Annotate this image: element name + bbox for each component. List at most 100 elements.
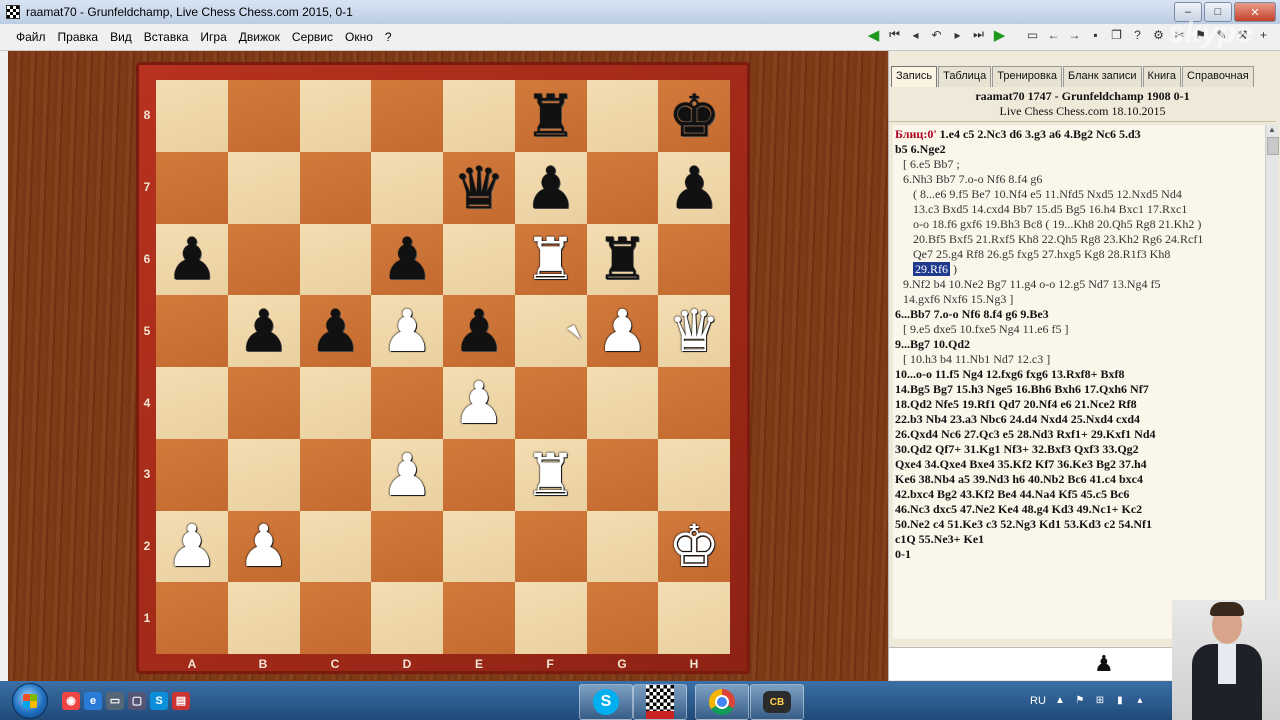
square-d2[interactable] — [371, 510, 443, 583]
skype-quicklaunch-icon[interactable]: S — [150, 691, 168, 710]
square-g1[interactable] — [586, 582, 659, 654]
tab-table[interactable]: Таблица — [938, 66, 992, 87]
square-f1[interactable] — [514, 582, 587, 654]
notation-line[interactable]: 22.b3 Nb4 23.a3 Nbc6 24.d4 Nxd4 25.Nxd4 … — [895, 412, 1265, 427]
black-pawn-icon[interactable]: ♟ — [238, 302, 290, 360]
notation-line[interactable]: [ 10.h3 b4 11.Nb1 Nd7 12.c3 ] — [895, 352, 1265, 367]
add-icon[interactable]: + — [1255, 26, 1272, 43]
menu-window[interactable]: Окно — [339, 24, 379, 50]
notation-line[interactable]: [ 6.e5 Bb7 ; — [895, 157, 1265, 172]
square-g5[interactable]: ♟ — [586, 295, 659, 367]
app-quicklaunch-icon[interactable]: ▤ — [172, 691, 190, 710]
black-pawn-icon[interactable]: ♟ — [453, 302, 505, 360]
black-king-icon[interactable]: ♚ — [668, 87, 720, 145]
menu-engine[interactable]: Движок — [233, 24, 286, 50]
notation-line[interactable]: 50.Ne2 c4 51.Ke3 c3 52.Ng3 Kd1 53.Kd3 c2… — [895, 517, 1265, 532]
black-rook-icon[interactable]: ♜ — [525, 87, 577, 145]
save-icon[interactable]: ▪ — [1087, 26, 1104, 43]
taskbar-chessbase12[interactable]: CB — [750, 684, 804, 720]
white-king-icon[interactable]: ♚ — [668, 517, 720, 575]
square-a6[interactable]: ♟ — [156, 223, 228, 296]
square-b7[interactable] — [227, 151, 300, 224]
notation-text[interactable]: Блиц:0' 1.e4 c5 2.Nc3 d6 3.g3 a6 4.Bg2 N… — [893, 125, 1267, 639]
square-e1[interactable] — [443, 582, 515, 654]
square-h4[interactable] — [658, 367, 730, 439]
square-b5[interactable]: ♟ — [227, 295, 300, 367]
square-h3[interactable] — [658, 438, 730, 511]
notation-line[interactable]: 14.gxf6 Nxf6 15.Ng3 ] — [895, 292, 1265, 307]
window-switch-icon[interactable]: ▢ — [128, 691, 146, 710]
undo-icon[interactable]: ↶ — [928, 26, 945, 43]
white-pawn-icon[interactable]: ♟ — [596, 302, 648, 360]
black-rook-icon[interactable]: ♜ — [596, 230, 648, 288]
notation-line[interactable]: Ke6 38.Nb4 a5 39.Nd3 h6 40.Nb2 Bc6 41.c4… — [895, 472, 1265, 487]
notation-line[interactable]: 13.c3 Bxd5 14.cxd4 Bb7 15.d5 Bg5 16.h4 B… — [895, 202, 1265, 217]
language-indicator[interactable]: RU — [1030, 695, 1046, 707]
notation-line[interactable]: 46.Nc3 dxc5 47.Ne2 Ke4 48.g4 Kd3 49.Nc1+… — [895, 502, 1265, 517]
square-d1[interactable] — [371, 582, 443, 654]
notation-line[interactable]: 29.Rf6 ) — [895, 262, 1265, 277]
square-c3[interactable] — [299, 438, 372, 511]
square-d4[interactable] — [371, 367, 443, 439]
square-d8[interactable] — [371, 80, 443, 152]
white-queen-icon[interactable]: ♛ — [668, 302, 720, 360]
notation-line[interactable]: 42.bxc4 Bg2 43.Kf2 Be4 44.Na4 Kf5 45.c5 … — [895, 487, 1265, 502]
tab-scoresheet[interactable]: Бланк записи — [1063, 66, 1142, 87]
white-pawn-icon[interactable]: ♟ — [381, 302, 433, 360]
signal-icon[interactable]: ▴ — [1134, 695, 1146, 707]
notation-line[interactable]: c1Q 55.Ne3+ Ke1 — [895, 532, 1265, 547]
white-pawn-icon[interactable]: ♟ — [453, 374, 505, 432]
notation-line[interactable]: 9...Bg7 10.Qd2 — [895, 337, 1265, 352]
square-g8[interactable] — [586, 80, 659, 152]
menu-tools[interactable]: Сервис — [286, 24, 339, 50]
menu-game[interactable]: Игра — [194, 24, 232, 50]
white-rook-icon[interactable]: ♜ — [525, 230, 577, 288]
white-pawn-icon[interactable]: ♟ — [238, 517, 290, 575]
menu-help[interactable]: ? — [379, 24, 398, 50]
square-c2[interactable] — [299, 510, 372, 583]
notation-line[interactable]: ( 8...e6 9.f5 Be7 10.Nf4 e5 11.Nfd5 Nxd5… — [895, 187, 1265, 202]
notation-line[interactable]: 0-1 — [895, 547, 1265, 562]
notation-line[interactable]: 30.Qd2 Qf7+ 31.Kg1 Nf3+ 32.Bxf3 Qxf3 33.… — [895, 442, 1265, 457]
white-rook-icon[interactable]: ♜ — [525, 446, 577, 504]
square-e8[interactable] — [443, 80, 515, 152]
square-f8[interactable]: ♜ — [514, 80, 587, 152]
back-icon[interactable]: ← — [1045, 26, 1062, 43]
square-h5[interactable]: ♛ — [658, 295, 730, 367]
square-e2[interactable] — [443, 510, 515, 583]
green-forward-icon[interactable]: ▶ — [991, 26, 1008, 44]
settings-icon[interactable]: ⚙ — [1150, 26, 1167, 43]
notation-scrollbar[interactable]: ▲ — [1265, 125, 1279, 635]
square-a4[interactable] — [156, 367, 228, 439]
new-doc-icon[interactable]: ▭ — [1024, 26, 1041, 43]
taskbar-skype[interactable]: S — [579, 684, 633, 720]
scroll-thumb[interactable] — [1267, 137, 1279, 155]
battery-icon[interactable]: ▮ — [1114, 695, 1126, 707]
menu-insert[interactable]: Вставка — [138, 24, 195, 50]
notation-line[interactable]: 9.Nf2 b4 10.Ne2 Bg7 11.g4 o-o 12.g5 Nd7 … — [895, 277, 1265, 292]
black-pawn-icon[interactable]: ♟ — [381, 230, 433, 288]
square-h8[interactable]: ♚ — [658, 80, 730, 152]
square-h6[interactable] — [658, 223, 730, 296]
square-f2[interactable] — [514, 510, 587, 583]
square-g2[interactable] — [586, 510, 659, 583]
square-c6[interactable] — [299, 223, 372, 296]
taskbar-chrome[interactable] — [695, 684, 749, 720]
notation-line[interactable]: [ 9.e5 dxe5 10.fxe5 Ng4 11.e6 f5 ] — [895, 322, 1265, 337]
notation-line[interactable]: 6...Bb7 7.o-o Nf6 8.f4 g6 9.Be3 — [895, 307, 1265, 322]
square-f7[interactable]: ♟ — [514, 151, 587, 224]
notation-line[interactable]: Qxe4 34.Qxe4 Bxe4 35.Kf2 Kf7 36.Ke3 Bg2 … — [895, 457, 1265, 472]
square-b1[interactable] — [227, 582, 300, 654]
desktop-quicklaunch-icon[interactable]: ▭ — [106, 691, 124, 710]
square-b6[interactable] — [227, 223, 300, 296]
square-f6[interactable]: ♜ — [514, 223, 587, 296]
notation-line[interactable]: b5 6.Nge2 — [895, 142, 1265, 157]
tab-training[interactable]: Тренировка — [992, 66, 1063, 87]
taskbar-chessbase[interactable] — [633, 684, 687, 720]
square-b4[interactable] — [227, 367, 300, 439]
square-c4[interactable] — [299, 367, 372, 439]
black-pawn-icon[interactable]: ♟ — [525, 159, 577, 217]
black-pawn-icon[interactable]: ♟ — [668, 159, 720, 217]
square-e6[interactable] — [443, 223, 515, 296]
square-a5[interactable] — [156, 295, 228, 367]
